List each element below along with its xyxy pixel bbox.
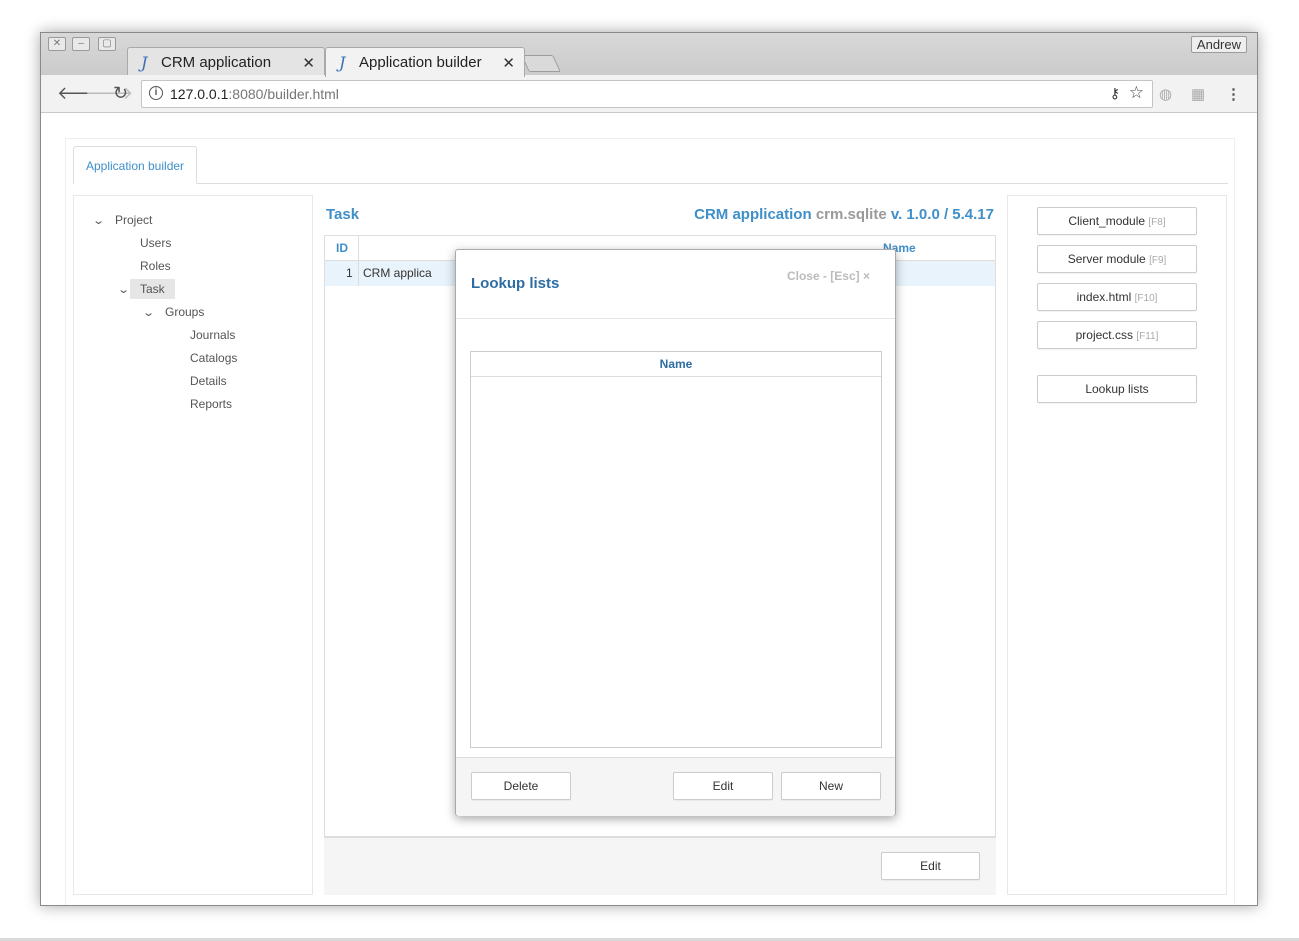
hotkey-label: [F11] — [1136, 331, 1159, 342]
close-tab-icon[interactable]: ✕ — [302, 54, 315, 72]
profile-button[interactable]: Andrew — [1190, 36, 1247, 53]
app-version: v. 1.0.0 / 5.4.17 — [890, 206, 994, 223]
joomla-icon: J — [339, 53, 346, 72]
tree-item-reports[interactable]: Reports — [190, 397, 232, 411]
page-content: Application builder ⌄ Project Users Role… — [41, 114, 1257, 905]
tree-item-journals[interactable]: Journals — [190, 328, 235, 342]
project-tree: ⌄ Project Users Roles ⌄ Task ⌄ Groups Jo… — [73, 195, 313, 895]
menu-icon[interactable]: ⋮ — [1226, 85, 1241, 103]
row-id: 1 — [346, 266, 353, 280]
tree-item-groups[interactable]: Groups — [165, 305, 204, 319]
tree-item-catalogs[interactable]: Catalogs — [190, 351, 237, 365]
tree-item-project[interactable]: Project — [115, 213, 152, 227]
joomla-icon: J — [141, 53, 148, 72]
tab-label: CRM application — [161, 54, 272, 71]
index-html-label: index.html — [1076, 290, 1132, 304]
app-header: CRM application crm.sqlite v. 1.0.0 / 5.… — [694, 206, 994, 223]
section-title: Task — [326, 206, 360, 223]
extensions-icon[interactable]: ▦ — [1191, 85, 1205, 103]
hotkey-label: [F10] — [1134, 293, 1158, 304]
chevron-down-icon[interactable]: ⌄ — [142, 306, 155, 319]
tree-item-task[interactable]: Task — [130, 279, 175, 299]
tree-item-roles[interactable]: Roles — [140, 259, 171, 273]
db-name: crm.sqlite — [815, 206, 887, 223]
lookup-table: Name — [470, 351, 882, 748]
edit-lookup-button[interactable]: Edit — [673, 772, 773, 800]
browser-toolbar: 🡐 🡒 ↻ i 127.0.0.1:8080/builder.html ⚷ ☆ … — [41, 75, 1257, 113]
server-module-label: Server module — [1067, 252, 1146, 266]
app-name: CRM application — [694, 206, 812, 223]
hotkey-label: [F9] — [1149, 255, 1167, 266]
server-module-button[interactable]: Server module [F9] — [1037, 245, 1197, 273]
right-panel: Client_module [F8] Server module [F9] in… — [1007, 195, 1227, 895]
title-bar: ✕ – ▢ J CRM application ✕ J Application … — [41, 33, 1257, 77]
url-text: 127.0.0.1:8080/builder.html — [170, 86, 339, 102]
table-footer: Edit — [324, 837, 996, 895]
lookup-lists-button[interactable]: Lookup lists — [1037, 375, 1197, 403]
client-module-button[interactable]: Client_module [F8] — [1037, 207, 1197, 235]
edit-button[interactable]: Edit — [881, 852, 980, 880]
dialog-divider — [456, 318, 895, 319]
index-html-button[interactable]: index.html [F10] — [1037, 283, 1197, 311]
new-button[interactable]: New — [781, 772, 881, 800]
tab-divider — [73, 183, 1228, 184]
client-module-label: Client_module — [1068, 214, 1146, 228]
key-icon[interactable]: ⚷ — [1110, 85, 1120, 102]
dialog-title: Lookup lists — [471, 275, 560, 292]
new-tab-button[interactable] — [521, 55, 561, 72]
tree-item-users[interactable]: Users — [140, 236, 171, 250]
chevron-down-icon[interactable]: ⌄ — [92, 214, 105, 227]
column-id[interactable]: ID — [336, 241, 348, 255]
project-css-label: project.css — [1075, 328, 1133, 342]
tree-item-details[interactable]: Details — [190, 374, 227, 388]
column-name[interactable]: Name — [471, 352, 881, 377]
project-css-button[interactable]: project.css [F11] — [1037, 321, 1197, 349]
url-host: 127.0.0.1 — [170, 86, 229, 102]
reload-icon[interactable]: ↻ — [113, 83, 128, 103]
lookup-lists-dialog: Lookup lists Close - [Esc] × Name Delete… — [455, 249, 896, 816]
close-window-icon[interactable]: ✕ — [48, 37, 66, 51]
info-icon[interactable]: i — [149, 86, 163, 100]
maximize-window-icon[interactable]: ▢ — [98, 37, 116, 51]
hotkey-label: [F8] — [1148, 217, 1166, 228]
builder-page: Application builder ⌄ Project Users Role… — [65, 138, 1235, 905]
column-divider — [358, 236, 359, 286]
browser-window: ✕ – ▢ J CRM application ✕ J Application … — [40, 32, 1258, 906]
url-path: :8080/builder.html — [228, 86, 339, 102]
dialog-footer: Delete Edit New — [456, 757, 895, 816]
dialog-close-button[interactable]: Close - [Esc] × — [787, 269, 870, 283]
tab-label: Application builder — [359, 54, 482, 71]
address-bar[interactable]: i 127.0.0.1:8080/builder.html ⚷ ☆ — [141, 80, 1153, 108]
globe-icon[interactable]: ◍ — [1159, 85, 1172, 103]
tab-application-builder[interactable]: J Application builder ✕ — [325, 47, 525, 77]
chevron-down-icon[interactable]: ⌄ — [117, 283, 130, 296]
delete-button[interactable]: Delete — [471, 772, 571, 800]
close-tab-icon[interactable]: ✕ — [502, 54, 515, 72]
star-icon[interactable]: ☆ — [1129, 83, 1144, 103]
minimize-window-icon[interactable]: – — [72, 37, 90, 51]
row-caption: CRM applica — [363, 266, 432, 280]
tab-crm-application[interactable]: J CRM application ✕ — [127, 47, 325, 76]
tab-application-builder-page[interactable]: Application builder — [73, 146, 197, 184]
